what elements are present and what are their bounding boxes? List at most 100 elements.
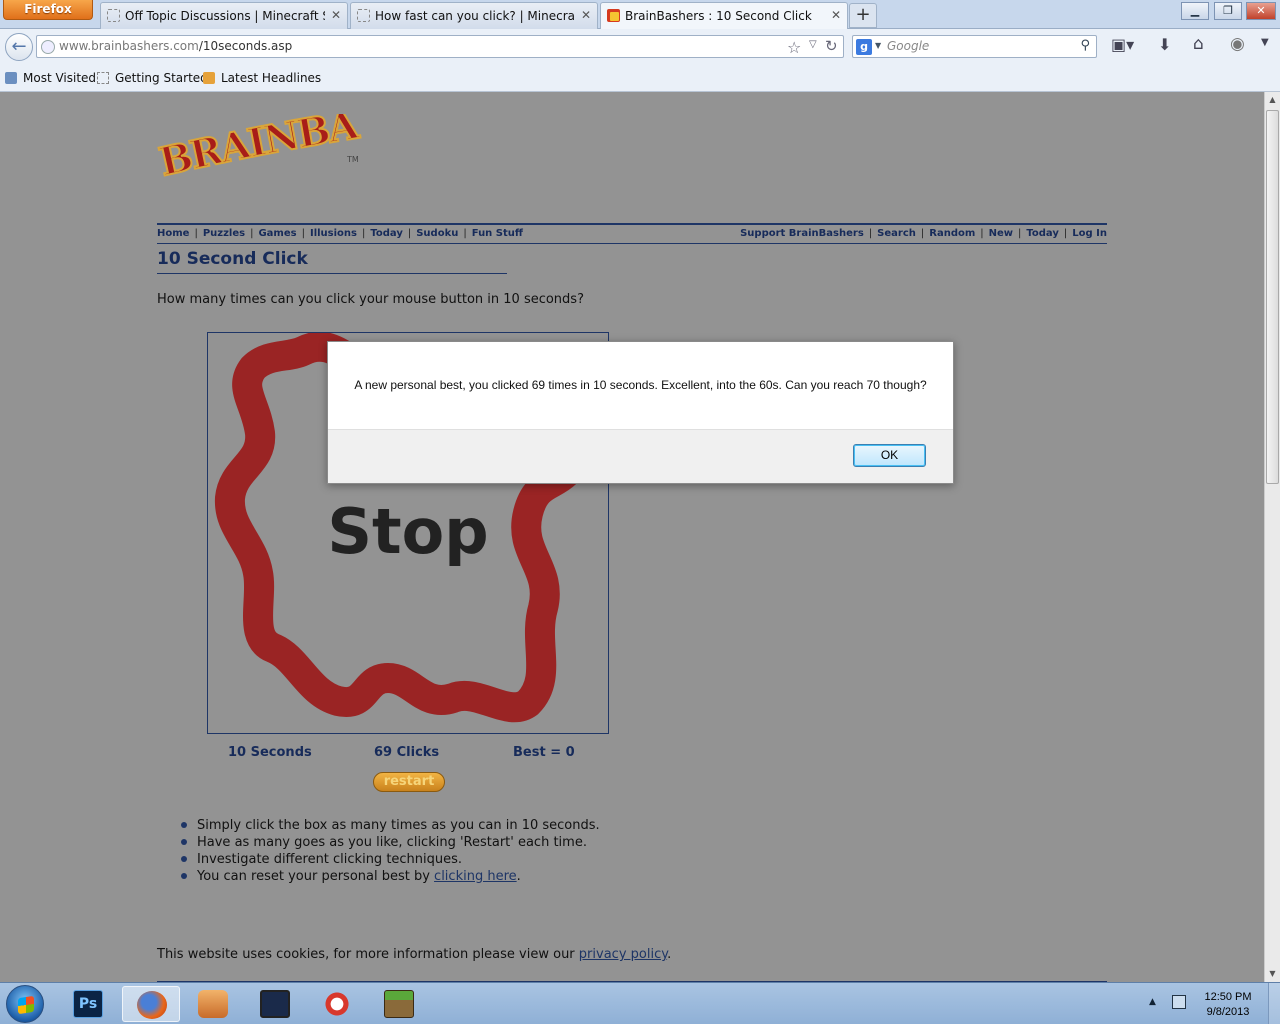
new-tab-button[interactable]: + xyxy=(849,3,877,28)
nav-separator: | xyxy=(250,228,254,239)
tab-bar: Firefox Off Topic Discussions | Minecraf… xyxy=(0,0,1280,30)
clock-date: 9/8/2013 xyxy=(1206,1006,1250,1018)
nav-link-log-in[interactable]: Log In xyxy=(1072,228,1107,239)
search-engine-dropdown-icon[interactable]: ▼ xyxy=(875,41,881,50)
list-item: Have as many goes as you like, clicking … xyxy=(180,835,600,852)
cookie-notice: This website uses cookies, for more info… xyxy=(157,947,672,962)
show-hidden-icons-icon[interactable]: ▲ xyxy=(1149,997,1156,1007)
nav-link-today[interactable]: Today xyxy=(370,228,402,239)
nav-link-fun-stuff[interactable]: Fun Stuff xyxy=(472,228,523,239)
taskbar-app-3[interactable] xyxy=(184,986,242,1022)
main-nav: Home | Puzzles | Games | Illusions | Today | Sudok… xyxy=(157,228,523,239)
reset-best-link[interactable]: clicking here xyxy=(434,869,517,884)
rss-feed-icon xyxy=(203,72,215,84)
instructions-list: Simply click the box as many times as yo… xyxy=(180,818,600,886)
bookmark-star-icon[interactable]: ☆ xyxy=(787,38,801,57)
bookmarks-menu-icon[interactable]: ▣▾ xyxy=(1111,35,1134,54)
page-title: 10 Second Click xyxy=(157,249,308,269)
title-underline xyxy=(157,273,507,274)
restart-button[interactable]: restart xyxy=(373,772,445,792)
menu-chevron-icon[interactable]: ▼ xyxy=(1261,37,1269,48)
system-clock[interactable]: 12:50 PM 9/8/2013 xyxy=(1196,990,1260,1020)
trademark-mark: TM xyxy=(346,155,359,164)
list-item: Investigate different clicking technique… xyxy=(180,852,600,869)
bookmark-getting-started[interactable]: Getting Started xyxy=(97,71,208,85)
home-icon[interactable]: ⌂ xyxy=(1193,34,1204,54)
firefox-menu-button[interactable]: Firefox xyxy=(3,0,93,20)
reload-icon[interactable]: ↻ xyxy=(825,37,838,55)
nav-link-random[interactable]: Random xyxy=(929,228,975,239)
nav-separator: | xyxy=(1063,228,1068,239)
bookmark-most-visited[interactable]: Most Visited xyxy=(5,71,96,85)
tab-how-fast[interactable]: How fast can you click? | Minecraft S...… xyxy=(350,2,598,29)
close-tab-icon[interactable]: ✕ xyxy=(831,8,841,22)
scroll-down-arrow-icon[interactable]: ▼ xyxy=(1265,966,1280,982)
vertical-scrollbar[interactable]: ▲ ▼ xyxy=(1264,92,1280,982)
brainbashers-favicon-icon xyxy=(607,9,620,22)
taskbar-firefox[interactable] xyxy=(122,986,180,1022)
tab-brainbashers[interactable]: BrainBashers : 10 Second Click ✕ xyxy=(600,2,848,30)
nav-separator: | xyxy=(1018,228,1022,239)
nav-bottom-rule xyxy=(157,243,1107,244)
most-visited-icon xyxy=(5,72,17,84)
ccleaner-icon xyxy=(322,990,352,1018)
restore-button[interactable]: ❐ xyxy=(1214,2,1242,20)
logo-text: BRAINBASHERS xyxy=(157,114,362,186)
url-bar[interactable]: www.brainbashers.com/10seconds.asp ☆ ▽ ↻ xyxy=(36,35,844,58)
clock-time: 12:50 PM xyxy=(1204,991,1252,1003)
search-input[interactable]: Google xyxy=(887,39,929,53)
downloads-icon[interactable]: ⬇ xyxy=(1158,35,1171,54)
nav-separator: | xyxy=(194,228,198,239)
nav-link-support-brainbashers[interactable]: Support BrainBashers xyxy=(740,228,864,239)
page-icon xyxy=(97,72,109,84)
taskbar-photoshop[interactable]: Ps xyxy=(59,986,117,1022)
url-text: www.brainbashers.com/10seconds.asp xyxy=(59,39,293,53)
nav-separator: | xyxy=(407,228,412,239)
firefox-icon xyxy=(137,991,167,1019)
search-bar[interactable]: g ▼ Google ⚲ xyxy=(852,35,1097,58)
page-icon xyxy=(107,9,120,22)
history-dropdown-icon[interactable]: ▽ xyxy=(809,39,817,50)
bookmark-latest-headlines[interactable]: Latest Headlines xyxy=(203,71,321,85)
start-button[interactable] xyxy=(6,985,44,1023)
show-desktop-button[interactable] xyxy=(1268,983,1280,1024)
nav-link-new[interactable]: New xyxy=(989,228,1013,239)
nav-link-illusions[interactable]: Illusions xyxy=(310,228,357,239)
nav-link-today[interactable]: Today xyxy=(1026,228,1058,239)
scroll-thumb[interactable] xyxy=(1266,110,1279,484)
close-window-button[interactable]: ✕ xyxy=(1246,2,1276,20)
tab-off-topic[interactable]: Off Topic Discussions | Minecraft Sur...… xyxy=(100,2,348,29)
nav-link-search[interactable]: Search xyxy=(877,228,916,239)
site-identity-icon[interactable] xyxy=(41,40,55,54)
addon-icon[interactable]: ◉ xyxy=(1230,34,1245,54)
ok-button[interactable]: OK xyxy=(853,444,926,467)
network-icon[interactable] xyxy=(1172,995,1186,1009)
nav-separator: | xyxy=(980,228,984,239)
nav-link-puzzles[interactable]: Puzzles xyxy=(203,228,245,239)
nav-link-sudoku[interactable]: Sudoku xyxy=(416,228,458,239)
google-icon[interactable]: g xyxy=(856,39,872,55)
list-item: Simply click the box as many times as yo… xyxy=(180,818,600,835)
taskbar-ccleaner[interactable] xyxy=(308,986,366,1022)
nav-link-games[interactable]: Games xyxy=(258,228,296,239)
minimize-button[interactable]: ▁ xyxy=(1181,2,1209,20)
taskbar-minecraft[interactable] xyxy=(370,986,428,1022)
taskbar-remote-desktop[interactable] xyxy=(246,986,304,1022)
click-count: 69 Clicks xyxy=(374,745,440,760)
alert-dialog: A new personal best, you clicked 69 time… xyxy=(327,341,954,484)
page-content: BRAINBASHERS TM Home | Puzzles | Games | Illus… xyxy=(0,92,1264,982)
secondary-nav: Support BrainBashers | Search | Random | New | T… xyxy=(740,228,1107,239)
search-icon[interactable]: ⚲ xyxy=(1080,38,1090,53)
close-tab-icon[interactable]: ✕ xyxy=(581,8,591,22)
close-tab-icon[interactable]: ✕ xyxy=(331,8,341,22)
nav-separator: | xyxy=(463,228,467,239)
brainbashers-logo[interactable]: BRAINBASHERS TM xyxy=(139,92,379,194)
nav-link-home[interactable]: Home xyxy=(157,228,189,239)
back-button[interactable]: ← xyxy=(5,33,33,61)
privacy-policy-link[interactable]: privacy policy xyxy=(579,947,667,962)
windows-taskbar: Ps ▲ 12:50 PM 9/8/2013 xyxy=(0,982,1280,1024)
scroll-up-arrow-icon[interactable]: ▲ xyxy=(1265,92,1280,108)
monitor-icon xyxy=(260,990,290,1018)
nav-separator: | xyxy=(301,228,305,239)
app-icon xyxy=(198,990,228,1018)
